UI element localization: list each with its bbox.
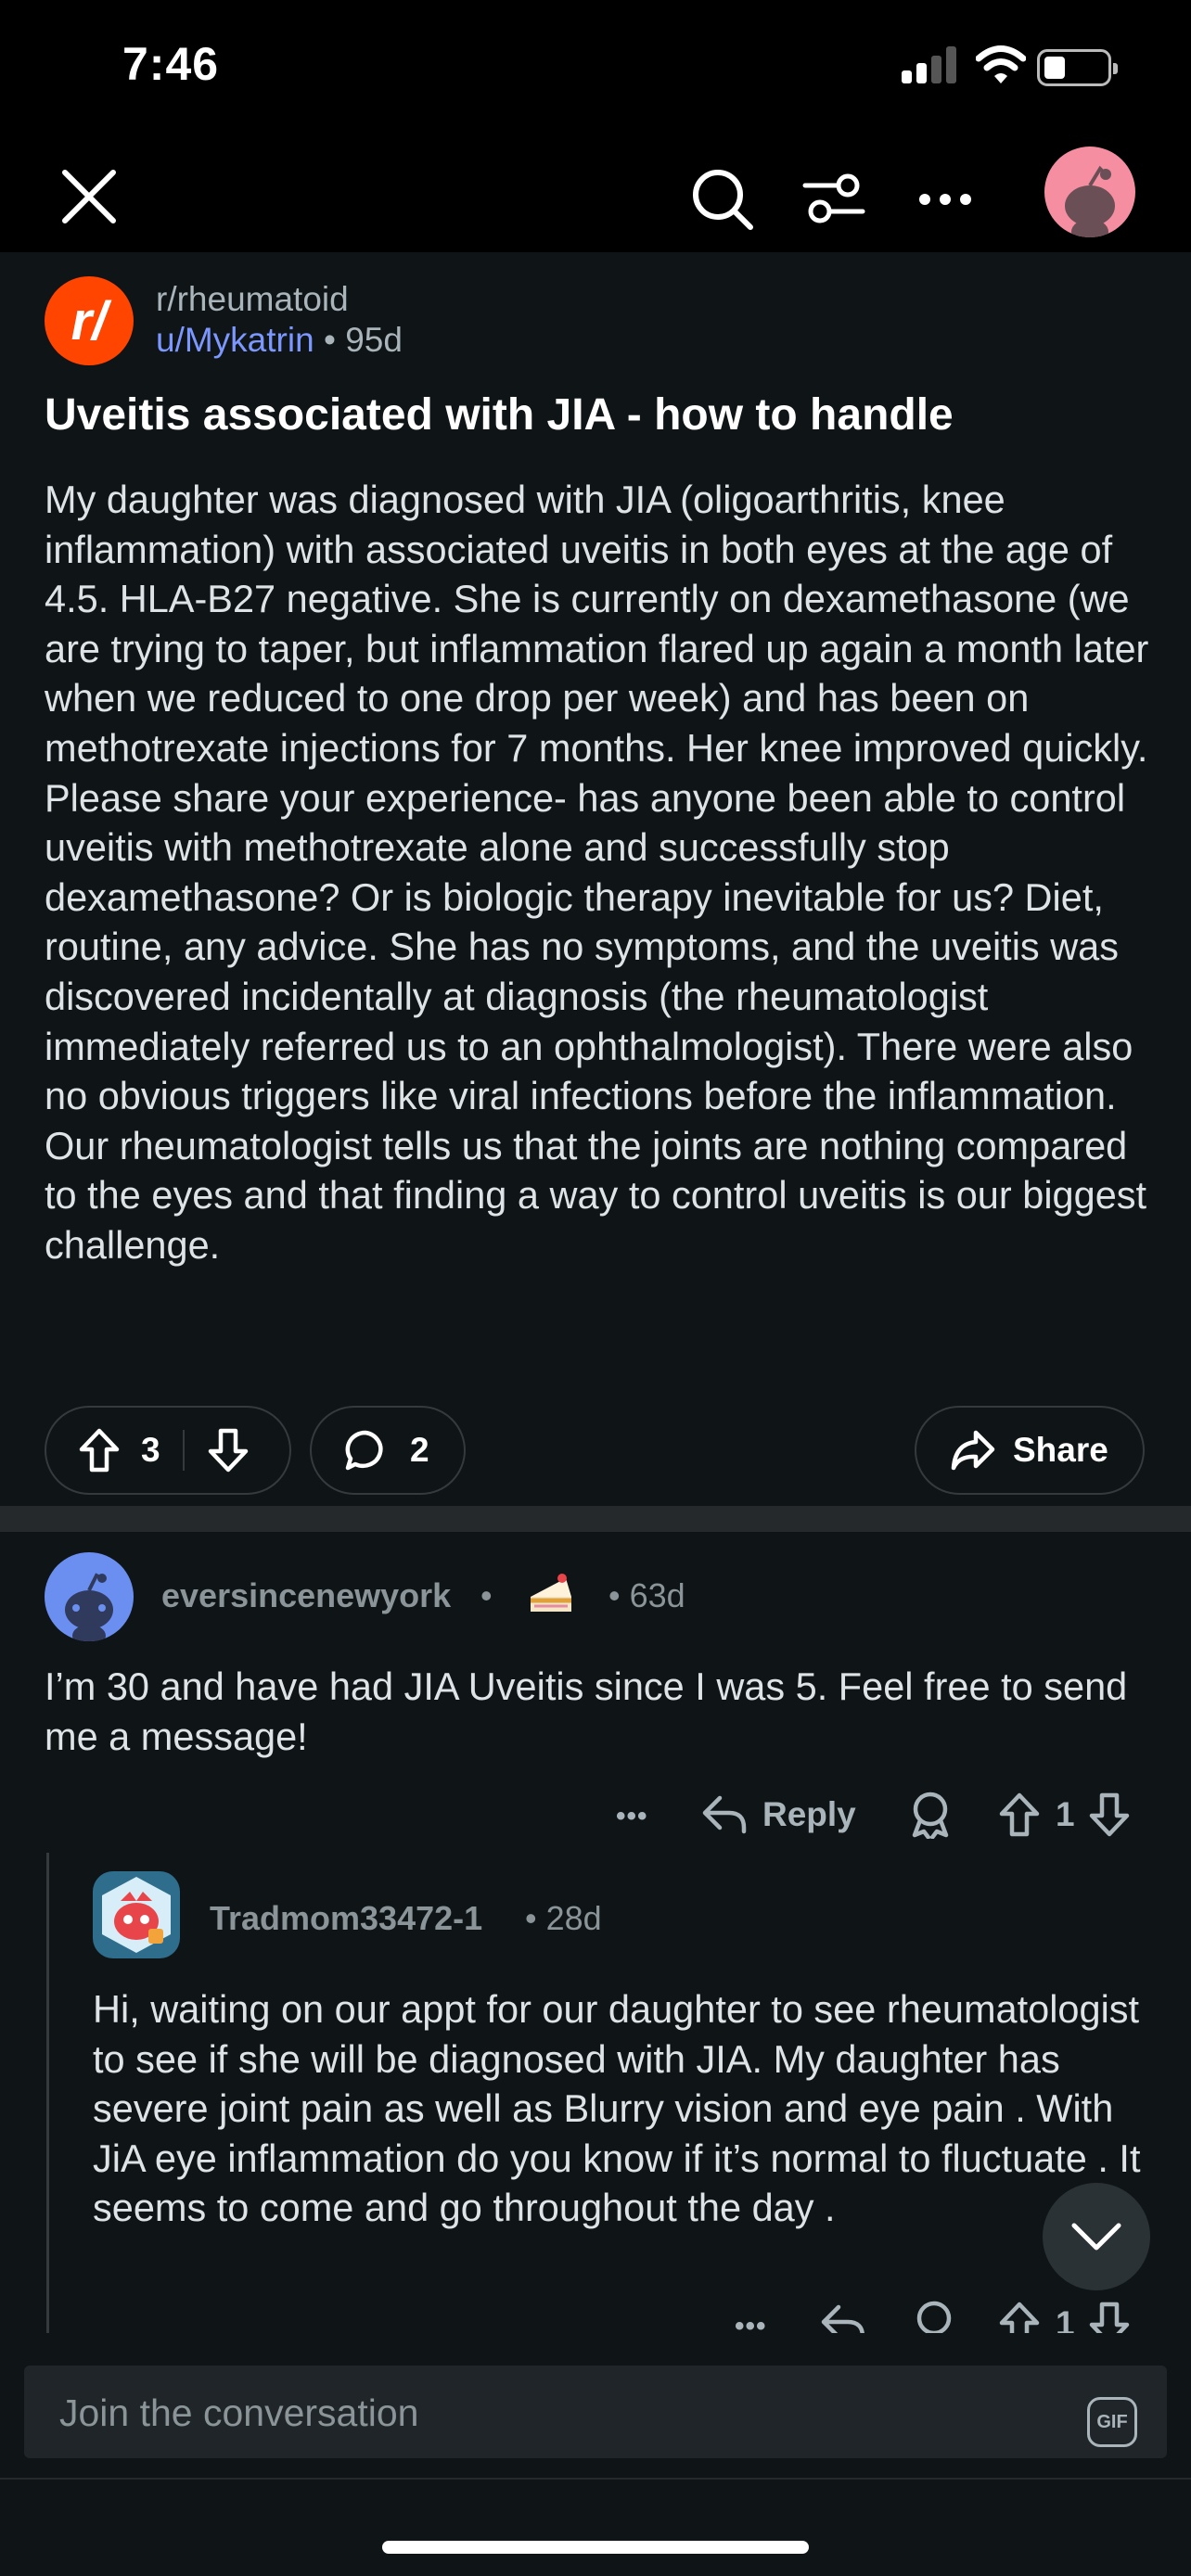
snoo-avatar-icon [102,1877,171,1953]
more-icon: ••• [616,1801,648,1831]
comment-body: I’m 30 and have had JIA Uveitis since I … [45,1664,1128,1758]
downvote-icon[interactable] [1088,1792,1131,1838]
comment-age: • 63d [608,1576,685,1614]
battery-icon [1037,49,1118,86]
reply-icon [821,2304,864,2333]
comments-section: eversincenewyork • • 63d I’m 30 and have… [0,1532,1191,2333]
more-icon [919,194,971,205]
upvote-icon[interactable] [998,2301,1041,2333]
snoo-avatar-icon [1065,165,1115,237]
meta-separator: • [323,321,336,359]
award-icon [912,1792,949,1839]
post: r/ r/rheumatoid u/Mykatrin • 95d Uveitis… [0,252,1191,1506]
more-icon: ••• [735,2311,767,2333]
status-bar: 7:46 [0,0,1191,139]
more-options-button[interactable] [905,159,985,239]
comment-composer-input[interactable]: Join the conversation [24,2366,1167,2458]
comment-vote-bar: 1 [998,2296,1131,2333]
comment-icon [345,1430,383,1471]
comment-vote-count: 1 [1056,1795,1075,1833]
share-icon [951,1430,995,1471]
wifi-icon [976,45,1026,83]
top-nav [0,139,1191,252]
downvote-icon[interactable] [1088,2301,1131,2333]
comments-button[interactable]: 2 [310,1406,466,1495]
downvote-icon[interactable] [207,1427,250,1473]
vote-divider [182,1430,185,1471]
close-button[interactable] [52,159,126,234]
reply-icon [702,1795,747,1834]
section-divider [0,1506,1191,1532]
avatar[interactable] [45,1552,134,1641]
post-author[interactable]: u/Mykatrin [156,321,314,359]
comment-count: 2 [410,1431,429,1469]
cellular-signal-icon [902,46,959,83]
comment-body: Hi, waiting on our appt for our daughter… [93,1987,1141,2230]
post-title: Uveitis associated with JIA - how to han… [45,390,954,440]
gif-button[interactable]: GIF [1087,2397,1137,2447]
avatar[interactable] [93,1871,180,1958]
snoo-avatar-icon [65,1573,113,1641]
filter-button[interactable] [794,159,874,239]
scroll-to-next-button[interactable] [1043,2183,1150,2290]
thread-line [46,1853,49,2333]
award-button[interactable] [909,1784,952,1845]
filter-icon [802,173,865,223]
composer-bar: Join the conversation [0,2333,1191,2576]
comment-age: • 28d [525,1899,602,1937]
post-age: 95d [345,321,403,359]
share-label: Share [1013,1431,1108,1469]
search-button[interactable] [683,159,762,239]
comment-vote-bar: 1 [998,1784,1131,1845]
search-icon [693,170,753,230]
bottom-divider [0,2478,1191,2480]
chevron-down-icon [1071,2223,1121,2251]
subreddit-icon[interactable]: r/ [45,276,134,365]
comment-more-button[interactable]: ••• [735,2303,767,2333]
upvote-icon[interactable] [78,1427,121,1473]
composer-placeholder: Join the conversation [59,2391,419,2434]
award-icon [916,2301,952,2333]
reply-label: Reply [762,1795,856,1833]
close-icon [62,170,116,223]
avatar[interactable] [1044,147,1135,237]
award-button[interactable] [913,2296,955,2333]
upvote-icon[interactable] [998,1792,1041,1838]
meta-separator: • [480,1576,493,1614]
reply-button[interactable] [820,2296,866,2333]
post-body: My daughter was diagnosed with JIA (olig… [45,478,1149,1267]
comment-author[interactable]: Tradmom33472-1 [210,1899,482,1938]
reply-button[interactable]: Reply [701,1780,856,1849]
cake-icon [531,1574,571,1612]
comment-vote-count: 1 [1056,2304,1075,2333]
share-button[interactable]: Share [915,1406,1145,1495]
comment-more-button[interactable]: ••• [616,1793,648,1840]
vote-bar: 3 [45,1406,291,1495]
post-meta: u/Mykatrin • 95d [156,321,403,360]
vote-count: 3 [141,1431,160,1469]
subreddit-name[interactable]: r/rheumatoid [156,280,349,319]
status-time: 7:46 [122,38,220,90]
home-indicator[interactable] [382,2541,809,2554]
comment-author[interactable]: eversincenewyork [161,1576,451,1615]
